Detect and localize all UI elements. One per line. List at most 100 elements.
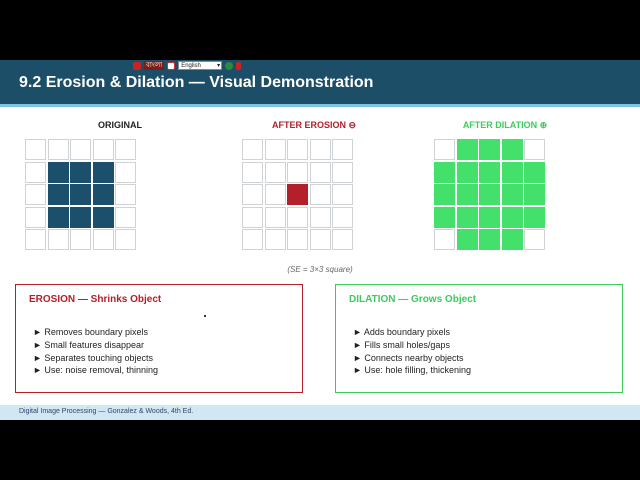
grid-original [25,139,136,250]
grid-cell-filled [524,184,545,205]
grid-cell-empty [242,229,263,250]
list-item: ► Use: noise removal, thinning [33,365,158,376]
grid-cell-empty [309,161,331,183]
grid-cell-filled [501,229,523,250]
grid-cell-empty [92,229,114,250]
grid-cell-empty [242,161,263,183]
grid-cell-empty [524,139,545,160]
list-item: ► Adds boundary pixels [353,327,450,337]
grid-label-erosion: AFTER EROSION ⊖ [271,120,357,130]
grid-cell-empty [309,184,331,205]
grid-cell-empty [115,229,136,250]
grid-cell-filled [501,184,523,205]
grid-cell-filled [479,229,500,250]
grid-cell-filled [479,139,500,160]
grid-cell-filled [92,206,114,228]
grid-cell-empty [287,139,308,160]
grid-cell-filled [501,206,523,228]
structuring-element-note: (SE = 3×3 square) [287,265,353,274]
grid-cell-empty [70,229,91,250]
grid-cell-empty [25,161,46,183]
grid-cell-empty [70,139,91,160]
keyboard-icon[interactable] [133,61,141,70]
grid-cell-empty [92,139,114,160]
grid-cell-empty [434,139,455,160]
grid-cell-empty [47,229,69,250]
grid-cell-filled [524,161,545,183]
grid-cell-empty [332,229,353,250]
erosion-list: ► Removes boundary pixels ► Small featur… [33,326,158,377]
grid-cell-empty [264,161,286,183]
slide: বাংলা English ▾ 9.2 Erosion & Dilation — … [0,60,640,420]
grid-cell-empty [309,206,331,228]
grid-cell-empty [264,139,286,160]
grid-cell-empty [115,184,136,205]
chevron-down-icon: ▾ [217,63,221,69]
grid-cell-empty [264,206,286,228]
list-item: ► Connects nearby objects [353,352,464,363]
language-select[interactable]: English ▾ [178,61,223,70]
grid-dilation [434,139,545,250]
grid-cell-empty [115,206,136,228]
grid-cell-empty [47,139,69,160]
list-item: ► Separates touching objects [33,352,153,363]
cursor-dot [204,315,206,317]
grid-cell-filled [92,184,114,205]
list-item: ► Removes boundary pixels [33,327,148,337]
dilation-list: ► Adds boundary pixels ► Fills small hol… [353,326,471,377]
grid-cell-empty [434,229,455,250]
grid-cell-filled [501,139,523,160]
grid-cell-empty [25,184,46,205]
grid-cell-empty [309,229,331,250]
grid-cell-filled [456,184,478,205]
grid-cell-filled [434,184,455,205]
grid-cell-filled [70,161,91,183]
language-toolbar: বাংলা English ▾ [133,60,242,71]
grid-cell-empty [332,139,353,160]
grid-cell-empty [25,206,46,228]
grid-cell-filled [70,184,91,205]
grid-cell-filled [456,139,478,160]
grid-cell-empty [332,161,353,183]
grid-cell-filled [70,206,91,228]
grid-erosion [242,139,353,250]
grid-cell-empty [242,184,263,205]
footer-text: Digital Image Processing — Gonzalez & Wo… [19,408,194,415]
grid-cell-filled [456,206,478,228]
slide-title: 9.2 Erosion & Dilation — Visual Demonstr… [19,74,374,91]
erosion-box: EROSION — Shrinks Object ► Removes bound… [15,284,303,393]
list-item: ► Fills small holes/gaps [353,339,450,350]
grid-cell-filled [47,206,69,228]
grid-cell-empty [524,229,545,250]
footer-bar: Digital Image Processing — Gonzalez & Wo… [0,405,640,420]
grid-cell-empty [287,161,308,183]
grid-cell-empty [309,139,331,160]
title-bar: বাংলা English ▾ 9.2 Erosion & Dilation — … [0,60,640,107]
bangla-button[interactable]: বাংলা [144,61,165,70]
app-icon[interactable] [167,61,176,70]
grid-label-original: ORIGINAL [98,120,142,130]
grid-cell-empty [115,139,136,160]
dilation-box: DILATION — Grows Object ► Adds boundary … [335,284,623,393]
erosion-heading: EROSION — Shrinks Object [29,294,162,305]
dilation-heading: DILATION — Grows Object [349,294,477,305]
grid-cell-empty [332,206,353,228]
globe-icon[interactable] [225,61,234,70]
grid-cell-empty [242,139,263,160]
grid-cell-empty [25,229,46,250]
pin-icon[interactable] [236,61,242,70]
grid-cell-filled [456,229,478,250]
grid-cell-filled [47,161,69,183]
grid-cell-filled [479,161,500,183]
grid-cell-empty [264,229,286,250]
grid-cell-empty [242,206,263,228]
grid-cell-filled [501,161,523,183]
grid-cell-filled [47,184,69,205]
language-select-value: English [181,63,201,69]
grid-cell-filled [434,161,455,183]
grid-cell-filled [287,184,308,205]
grid-cell-empty [287,206,308,228]
grid-cell-empty [264,184,286,205]
grid-cell-empty [25,139,46,160]
grid-cell-filled [524,206,545,228]
